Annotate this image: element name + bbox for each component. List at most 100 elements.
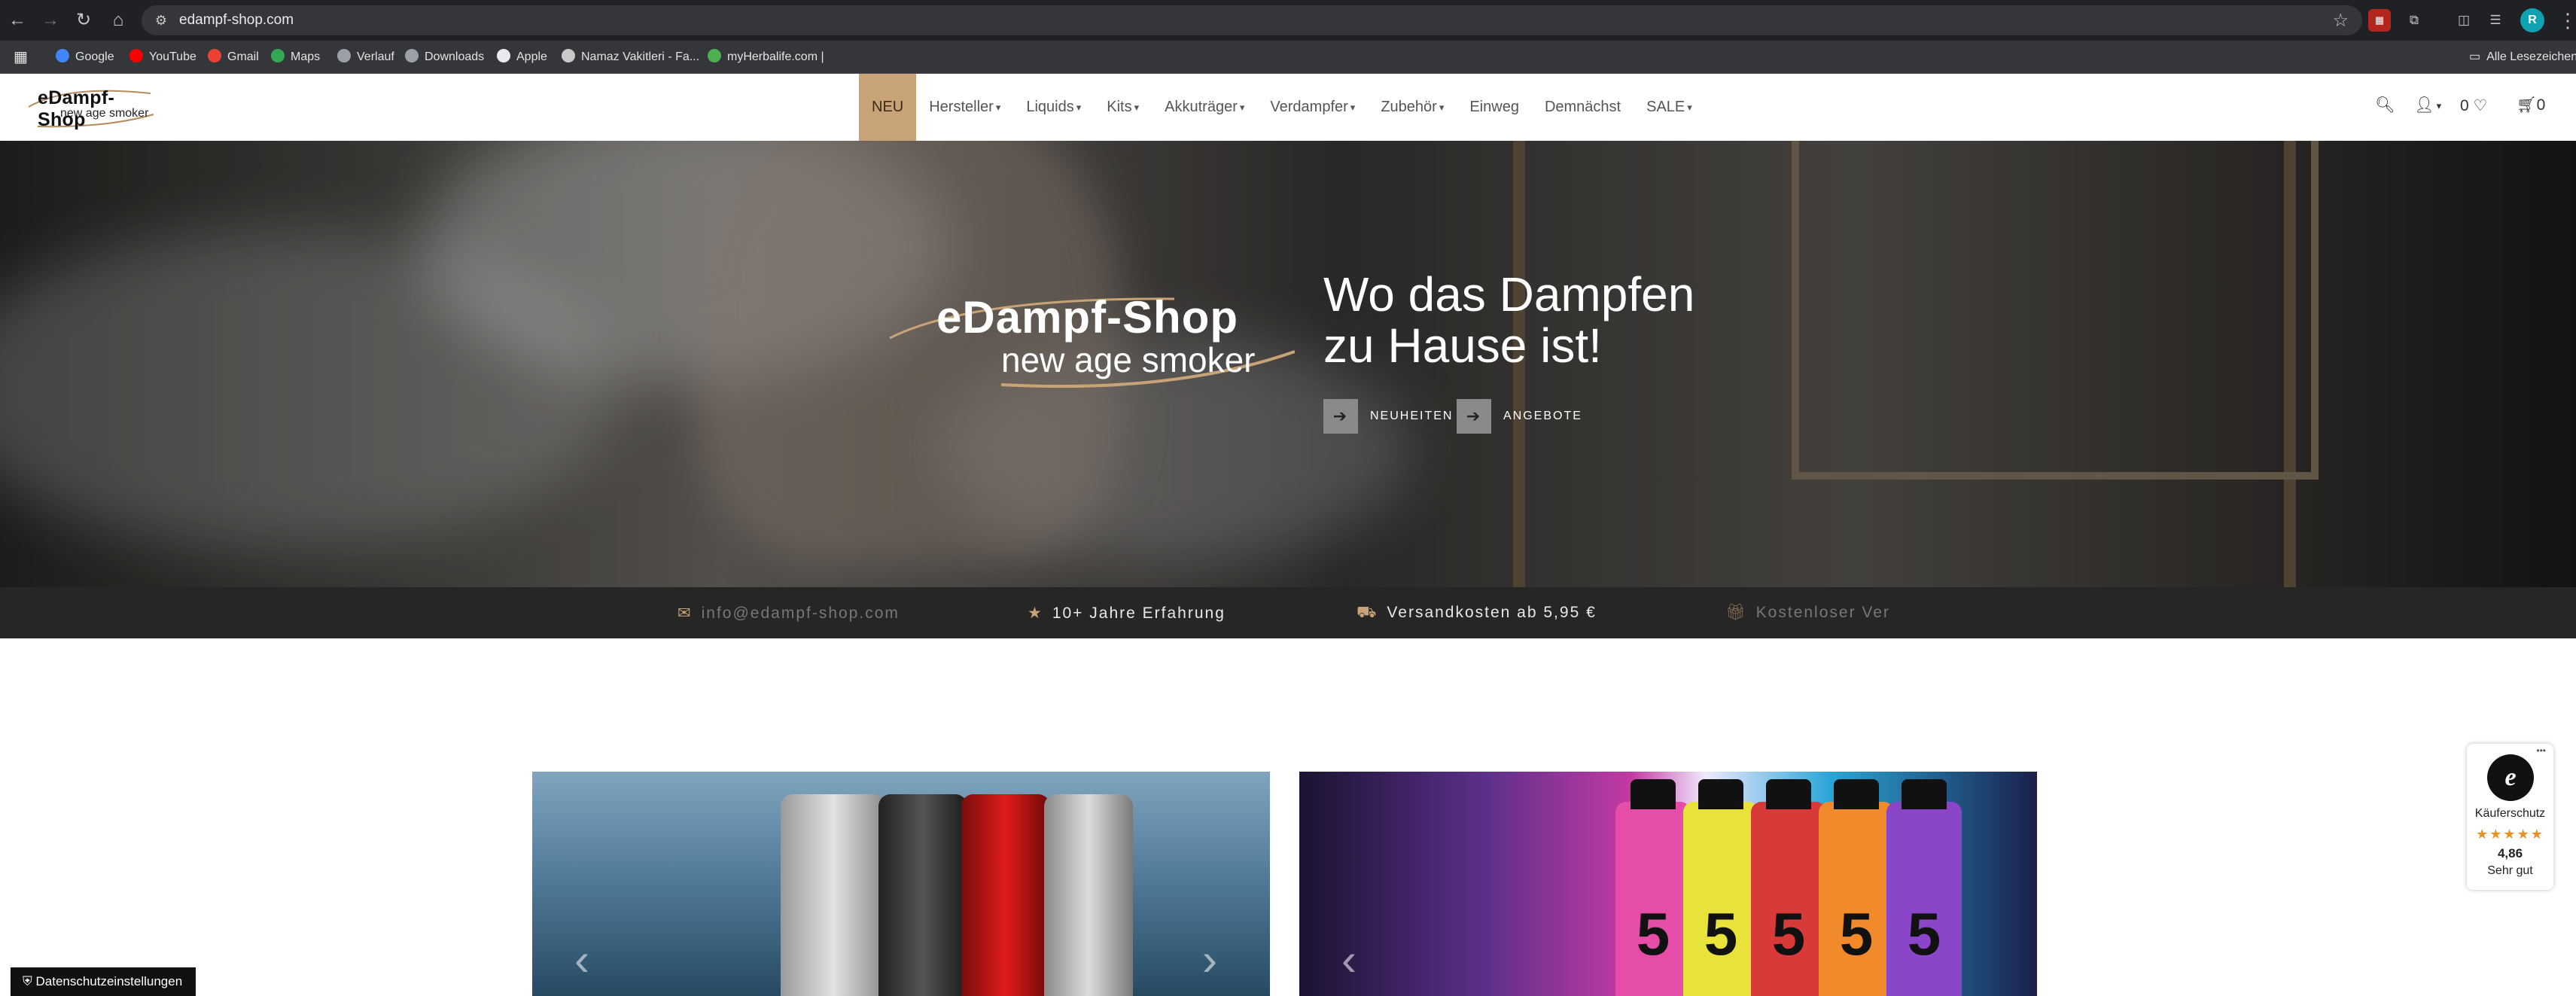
device-image [878, 794, 967, 996]
url-text[interactable]: edampf-shop.com [179, 12, 294, 29]
chevron-down-icon: ▾ [1239, 102, 1245, 113]
nav-item-label: Kits [1107, 99, 1132, 115]
bookmark-label: Gmail [227, 50, 259, 63]
side-panel-icon[interactable]: ◫ [2453, 9, 2475, 32]
all-bookmarks-folder[interactable]: ▭ Alle Lesezeichen [2469, 48, 2576, 66]
wishlist-count: 0 [2460, 97, 2469, 114]
bottle-image: 5 [1886, 779, 1962, 996]
hero-headline-line2: zu Hause ist! [1323, 318, 1602, 373]
apps-grid-icon[interactable]: ▦ [14, 48, 28, 66]
nav-item-label: Liquids [1026, 99, 1074, 115]
angebote-button[interactable]: ➔ ANGEBOTE [1457, 399, 1582, 434]
bookmark-label: Maps [291, 50, 321, 63]
bottle-image: 5 [1751, 779, 1826, 996]
nav-item-label: Akkuträger [1165, 99, 1238, 115]
nav-item-neu[interactable]: NEU [859, 74, 917, 141]
cart-button[interactable]: 🛒︎0 [2517, 96, 2545, 114]
cart-icon: 🛒︎ [2517, 96, 2537, 114]
more-options-icon[interactable]: ••• [2536, 745, 2546, 756]
site-logo[interactable]: eDampf-Shop new age smoker [23, 84, 158, 130]
bottle-image: 5 [1615, 779, 1691, 996]
extension-icon[interactable]: ▦ [2368, 9, 2391, 32]
bookmark-label: Namaz Vakitleri - Fa... [581, 50, 700, 63]
chevron-down-icon: ▾ [1134, 102, 1140, 113]
chevron-down-icon: ▾ [1687, 102, 1692, 113]
address-bar[interactable]: ⚙ edampf-shop.com ☆ [142, 5, 2362, 35]
globe-icon [562, 49, 575, 62]
menu-kebab-icon[interactable]: ⋮ [2558, 6, 2576, 35]
carousel-prev-icon[interactable]: ‹ [574, 934, 589, 985]
device-image [961, 794, 1050, 996]
nav-item-liquids[interactable]: Liquids ▾ [1013, 74, 1094, 141]
arrow-right-icon: ➔ [1323, 399, 1358, 434]
reload-icon[interactable]: ↻ [69, 6, 98, 35]
nav-item-label: NEU [872, 99, 904, 115]
bookmark-apple[interactable]: Apple [497, 48, 547, 66]
profile-avatar[interactable]: R [2520, 8, 2544, 32]
hero-logo-subtitle: new age smoker [1001, 340, 1256, 379]
main-navigation: NEU Hersteller ▾ Liquids ▾ Kits ▾ Akkuträger ▾ Ve… [859, 74, 1705, 141]
forward-arrow-icon[interactable]: → [36, 6, 65, 35]
mail-icon: ✉ [677, 605, 693, 622]
media-controls-icon[interactable]: ☰ [2484, 9, 2507, 32]
bookmark-maps[interactable]: Maps [271, 48, 320, 66]
privacy-settings-button[interactable]: ⛨ Datenschutzeinstellungen [11, 967, 196, 996]
neuheiten-label: NEUHEITEN [1370, 410, 1454, 422]
bookmark-label: Downloads [425, 50, 485, 63]
nav-item-akkuträger[interactable]: Akkuträger ▾ [1152, 74, 1257, 141]
cart-count: 0 [2536, 96, 2546, 114]
bookmark-namaz-vakitleri-fa[interactable]: Namaz Vakitleri - Fa... [562, 48, 699, 66]
herbalife-icon [708, 49, 721, 62]
apple-icon [497, 49, 510, 62]
bookmark-label: YouTube [149, 50, 196, 63]
hero-banner: eDampf-Shop new age smoker Wo das Dampfe… [0, 141, 2576, 587]
usp-ticker: ✉ info@edampf-shop.com ★ 10+ Jahre Erfahru… [0, 587, 2576, 638]
trusted-shops-seal-icon: e [2487, 754, 2534, 801]
nav-item-sale[interactable]: SALE ▾ [1634, 74, 1705, 141]
angebote-label: ANGEBOTE [1503, 410, 1582, 422]
usp-email[interactable]: ✉ info@edampf-shop.com [677, 604, 900, 623]
bookmark-myherbalife-com[interactable]: myHerbalife.com | [708, 48, 824, 66]
account-icon[interactable]: 👤︎ ▾ [2414, 96, 2441, 114]
nav-item-einweg[interactable]: Einweg [1457, 74, 1532, 141]
download-icon [405, 49, 419, 62]
carousel-next-icon[interactable]: › [1202, 934, 1217, 985]
nav-item-zubehör[interactable]: Zubehör ▾ [1368, 74, 1457, 141]
search-icon[interactable]: 🔍︎ [2375, 96, 2395, 114]
bookmark-youtube[interactable]: YouTube [129, 48, 196, 66]
bookmark-gmail[interactable]: Gmail [208, 48, 259, 66]
star-icon: ★ [1028, 605, 1043, 622]
bookmarks-bar: ▦ Google YouTube Gmail Maps Verlauf Downloads… [0, 41, 2576, 74]
wishlist-button[interactable]: 0 ♡ [2460, 96, 2487, 115]
extensions-puzzle-icon[interactable]: ⧉ [2403, 9, 2425, 32]
bookmark-label: myHerbalife.com | [727, 50, 824, 63]
shield-icon: ⛨ [23, 974, 32, 988]
promo-banner-devices[interactable]: ‹ › [532, 772, 1270, 996]
carousel-prev-icon[interactable]: ‹ [1341, 934, 1357, 985]
rating-score: 4,86 [2497, 846, 2523, 860]
back-arrow-icon[interactable]: ← [3, 6, 32, 35]
bookmark-downloads[interactable]: Downloads [405, 48, 484, 66]
promo-banner-liquids[interactable]: 5 5 5 5 5 ‹ [1299, 772, 2037, 996]
neuheiten-button[interactable]: ➔ NEUHEITEN [1323, 399, 1453, 434]
nav-item-kits[interactable]: Kits ▾ [1094, 74, 1152, 141]
bookmark-google[interactable]: Google [56, 48, 114, 66]
chevron-down-icon: ▾ [995, 102, 1001, 113]
site-settings-icon[interactable]: ⚙ [152, 11, 170, 29]
bookmark-star-icon[interactable]: ☆ [2332, 10, 2349, 32]
trust-badge-label: Käuferschutz [2474, 807, 2546, 820]
nav-item-verdampfer[interactable]: Verdampfer ▾ [1257, 74, 1368, 141]
history-icon [337, 49, 351, 62]
privacy-settings-label: Datenschutzeinstellungen [35, 974, 183, 988]
trust-badge[interactable]: ••• e Käuferschutz ★★★★★ 4,86 Sehr gut [2467, 744, 2553, 890]
gmail-icon [208, 49, 221, 62]
nav-item-hersteller[interactable]: Hersteller ▾ [916, 74, 1013, 141]
bookmark-label: Apple [516, 50, 547, 63]
home-icon[interactable]: ⌂ [104, 6, 132, 35]
bookmark-verlauf[interactable]: Verlauf [337, 48, 394, 66]
nav-item-demnächst[interactable]: Demnächst [1532, 74, 1634, 141]
nav-item-label: Hersteller [929, 99, 994, 115]
nav-item-label: SALE [1646, 99, 1685, 115]
usp-experience: ★ 10+ Jahre Erfahrung [1028, 605, 1226, 622]
usp-free-shipping: 🎁︎ Kostenloser Ver [1725, 604, 1890, 621]
